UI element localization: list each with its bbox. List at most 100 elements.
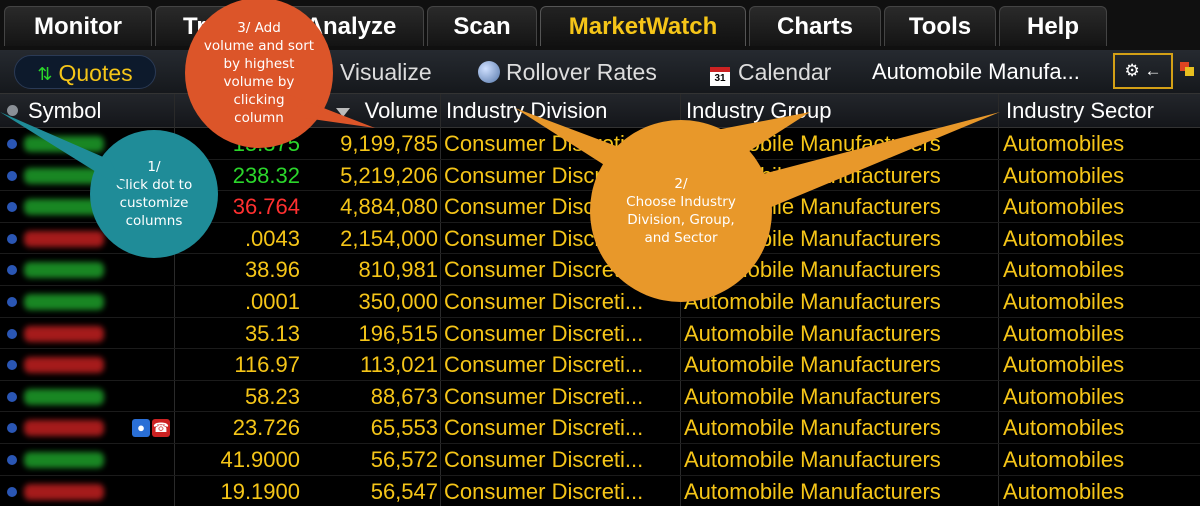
industry-division-cell: Consumer Discreti... — [444, 446, 644, 472]
quotes-label: Quotes — [58, 60, 133, 86]
volume-cell: 196,515 — [358, 320, 438, 346]
industry-sector-cell: Automobiles — [1003, 288, 1125, 314]
row-dot[interactable] — [7, 391, 17, 402]
last-price-cell: .0001 — [244, 288, 300, 314]
last-price-cell: 41.9000 — [220, 446, 300, 472]
table-row[interactable]: 116.97 113,021 Consumer Discreti... Automob… — [0, 349, 1200, 381]
symbol-cell-blurred — [24, 357, 104, 374]
row-icons: ● ☎ — [132, 419, 172, 438]
main-tab-bar: Monitor Trade Analyze Scan MarketWatch C… — [0, 0, 1200, 50]
volume-cell: 350,000 — [358, 288, 438, 314]
symbol-cell-blurred — [24, 325, 104, 342]
row-dot[interactable] — [7, 233, 17, 244]
column-header-industry-group[interactable]: Industry Group — [686, 94, 832, 128]
callout-industry-columns: 2/ Choose Industry Division, Group, and … — [590, 120, 772, 302]
symbol-cell-blurred — [24, 262, 104, 279]
industry-division-cell: Consumer Discreti... — [444, 478, 644, 504]
volume-cell: 56,572 — [370, 446, 438, 472]
table-row[interactable]: 58.23 88,673 Consumer Discreti... Automobil… — [0, 381, 1200, 413]
row-dot[interactable] — [7, 486, 17, 497]
tab-scan[interactable]: Scan — [427, 6, 537, 46]
industry-group-cell: Automobile Manufacturers — [684, 320, 941, 346]
row-dot[interactable] — [7, 423, 17, 434]
row-dot[interactable] — [7, 265, 17, 276]
customize-columns-dot[interactable] — [7, 105, 18, 116]
industry-division-cell: Consumer Discreti... — [444, 352, 644, 378]
row-dot[interactable] — [7, 170, 17, 181]
phone-icon[interactable]: ☎ — [152, 419, 170, 438]
table-row[interactable]: 19.1900 56,547 Consumer Discreti... Automob… — [0, 476, 1200, 506]
industry-group-cell: Automobile Manufacturers — [684, 288, 941, 314]
industry-sector-cell: Automobiles — [1003, 162, 1125, 188]
row-dot[interactable] — [7, 454, 17, 465]
tab-help[interactable]: Help — [999, 6, 1107, 46]
row-dot[interactable] — [7, 360, 17, 371]
table-row[interactable]: 38.96 810,981 Consumer Discreti... Automobi… — [0, 254, 1200, 286]
symbol-cell-blurred — [24, 483, 104, 500]
volume-cell: 810,981 — [358, 257, 438, 283]
table-row[interactable]: .0001 350,000 Consumer Discreti... Automobi… — [0, 286, 1200, 318]
column-header-symbol[interactable]: Symbol — [28, 94, 101, 128]
sub-toolbar: ⇅ Quotes Visualize Rollover Rates 31 Calen… — [0, 50, 1200, 112]
row-dot[interactable] — [7, 139, 17, 149]
industry-sector-cell: Automobiles — [1003, 131, 1125, 156]
sort-descending-icon — [336, 108, 350, 117]
row-dot[interactable] — [7, 202, 17, 213]
symbol-cell-blurred — [24, 230, 104, 247]
table-row[interactable]: 35.13 196,515 Consumer Discreti... Automobi… — [0, 318, 1200, 350]
up-down-arrows-icon: ⇅ — [37, 64, 53, 84]
news-icon[interactable]: ● — [132, 419, 150, 438]
column-header-industry-division[interactable]: Industry Division — [446, 94, 607, 128]
industry-division-cell: Consumer Discreti... — [444, 383, 644, 409]
calendar-icon: 31 — [710, 67, 730, 86]
color-link-icon[interactable] — [1180, 62, 1196, 78]
column-header-row: Symbol Volume Industry Division Industry… — [0, 94, 1200, 128]
table-row[interactable]: ● ☎ 23.726 65,553 Consumer Discreti... Automo… — [0, 412, 1200, 444]
industry-group-cell: Automobile Manufacturers — [684, 478, 941, 504]
industry-sector-cell: Automobiles — [1003, 352, 1125, 378]
industry-sector-cell: Automobiles — [1003, 415, 1125, 441]
last-price-cell: 35.13 — [244, 320, 300, 346]
visualize-button[interactable]: Visualize — [340, 55, 432, 89]
quotes-button[interactable]: ⇅ Quotes — [14, 55, 156, 89]
industry-sector-cell: Automobiles — [1003, 257, 1125, 283]
link-yellow-square — [1185, 67, 1194, 76]
industry-sector-cell: Automobiles — [1003, 225, 1125, 251]
volume-cell: 9,199,785 — [340, 131, 438, 156]
volume-cell: 2,154,000 — [340, 225, 438, 251]
industry-group-cell: Automobile Manufacturers — [684, 383, 941, 409]
row-dot[interactable] — [7, 296, 17, 307]
symbol-cell-blurred — [24, 420, 104, 437]
industry-sector-cell: Automobiles — [1003, 383, 1125, 409]
volume-cell: 5,219,206 — [340, 162, 438, 188]
industry-sector-cell: Automobiles — [1003, 320, 1125, 346]
last-price-cell: 116.97 — [234, 352, 300, 378]
callout-sort-volume: 3/ Add volume and sort by highest volume… — [185, 0, 333, 148]
tab-monitor[interactable]: Monitor — [4, 6, 152, 46]
row-dot[interactable] — [7, 328, 17, 339]
volume-cell: 113,021 — [360, 352, 438, 378]
tab-charts[interactable]: Charts — [749, 6, 881, 46]
volume-cell: 65,553 — [370, 415, 438, 441]
volume-cell: 4,884,080 — [340, 194, 438, 220]
industry-division-cell: Consumer Discreti... — [444, 415, 644, 441]
industry-group-cell: Automobile Manufacturers — [684, 352, 941, 378]
volume-cell: 88,673 — [370, 383, 438, 409]
symbol-cell-blurred — [24, 388, 104, 405]
globe-icon — [478, 61, 500, 83]
industry-sector-cell: Automobiles — [1003, 446, 1125, 472]
table-row[interactable]: 41.9000 56,572 Consumer Discreti... Automob… — [0, 444, 1200, 476]
page-settings-gear-icon[interactable]: ⚙ ← → — [1113, 53, 1173, 112]
column-header-industry-sector[interactable]: Industry Sector — [1006, 94, 1154, 128]
last-price-cell: 58.23 — [244, 383, 300, 409]
industry-sector-cell: Automobiles — [1003, 194, 1125, 220]
calendar-button[interactable]: 31 Calendar — [710, 55, 831, 89]
page-name[interactable]: Automobile Manufa... — [872, 55, 1080, 89]
tab-marketwatch[interactable]: MarketWatch — [540, 6, 746, 46]
visualize-label: Visualize — [340, 59, 432, 85]
rollover-rates-button[interactable]: Rollover Rates — [478, 55, 657, 89]
tab-tools[interactable]: Tools — [884, 6, 996, 46]
industry-group-cell: Automobile Manufacturers — [684, 446, 941, 472]
symbol-cell-blurred — [24, 136, 104, 152]
last-price-cell: 23.726 — [232, 415, 300, 441]
